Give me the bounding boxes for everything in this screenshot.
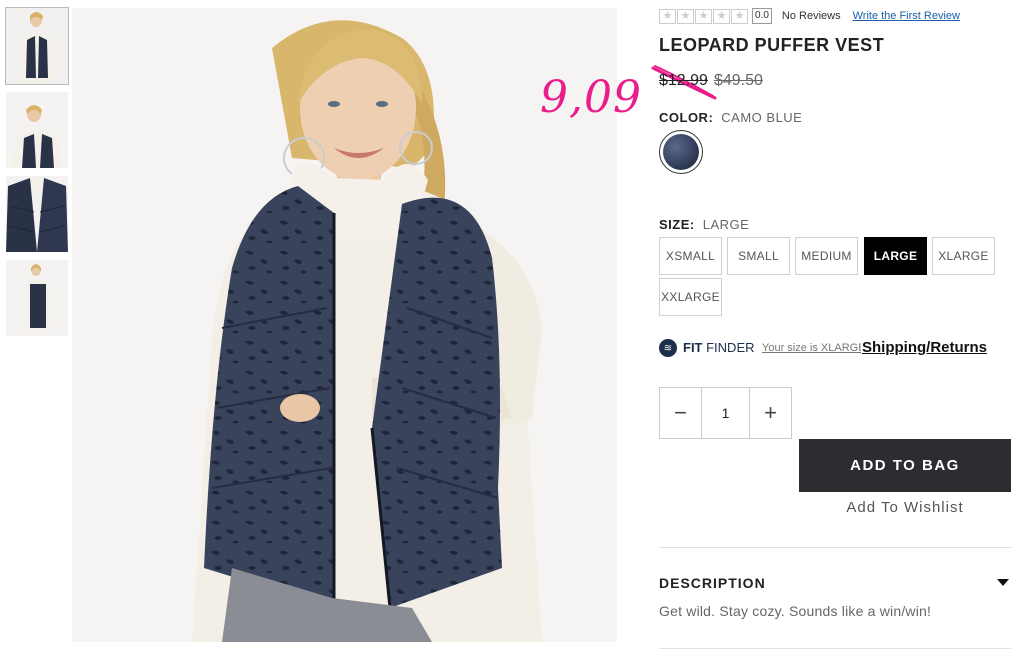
chevron-down-icon xyxy=(997,579,1009,586)
size-option-xsmall[interactable]: XSMALL xyxy=(659,237,722,275)
thumbnail-pose[interactable] xyxy=(6,92,68,168)
add-to-wishlist-link[interactable]: Add To Wishlist xyxy=(799,499,1011,516)
main-product-image[interactable] xyxy=(72,8,617,642)
write-review-link[interactable]: Write the First Review xyxy=(853,10,960,22)
color-value: CAMO BLUE xyxy=(721,110,803,125)
size-label: SIZE: xyxy=(659,217,695,232)
rating-score: 0.0 xyxy=(752,8,772,24)
quantity-decrease-button[interactable]: − xyxy=(660,388,701,438)
star-icon: ★ xyxy=(677,8,694,24)
color-label: COLOR: xyxy=(659,110,714,125)
thumbnail-list xyxy=(5,7,69,344)
star-icon: ★ xyxy=(659,8,676,24)
rating-row: ★ ★ ★ ★ ★ 0.0 No Reviews Write the First… xyxy=(659,8,960,24)
thumbnail-detail[interactable] xyxy=(6,176,68,252)
model-photo xyxy=(72,8,617,642)
thumbnail-pose-image xyxy=(6,92,68,168)
rating-stars: ★ ★ ★ ★ ★ xyxy=(659,8,748,24)
price-row: $12.99 $49.50 xyxy=(659,72,763,90)
description-heading: DESCRIPTION xyxy=(659,575,766,591)
size-option-medium[interactable]: MEDIUM xyxy=(795,237,858,275)
size-option-xlarge[interactable]: XLARGE xyxy=(932,237,995,275)
size-label-row: SIZE: LARGE xyxy=(659,217,749,232)
star-icon: ★ xyxy=(695,8,712,24)
swatch-fill xyxy=(663,134,699,170)
fit-finder-brand-rest: FINDER xyxy=(702,340,755,355)
thumbnail-front-image xyxy=(6,8,68,84)
star-icon: ★ xyxy=(713,8,730,24)
thumbnail-side[interactable] xyxy=(6,260,68,336)
thumbnail-front[interactable] xyxy=(5,7,69,85)
original-price: $49.50 xyxy=(713,72,763,89)
fit-finder-your-size[interactable]: Your size is XLARGE xyxy=(762,342,866,354)
thumbnail-side-image xyxy=(6,260,68,336)
color-label-row: COLOR: CAMO BLUE xyxy=(659,110,802,125)
star-icon: ★ xyxy=(731,8,748,24)
quantity-stepper: − 1 + xyxy=(659,387,792,439)
add-to-bag-button[interactable]: ADD TO BAG xyxy=(799,439,1011,492)
size-value: LARGE xyxy=(702,217,750,232)
product-title: LEOPARD PUFFER VEST xyxy=(659,35,885,55)
fit-finder-brand[interactable]: FIT FINDER xyxy=(683,340,755,355)
fit-finder-icon: ≋ xyxy=(659,339,677,357)
size-option-small[interactable]: SMALL xyxy=(727,237,790,275)
size-option-xxlarge[interactable]: XXLARGE xyxy=(659,278,722,316)
fit-finder-row: ≋ FIT FINDER Your size is XLARGE Shippin… xyxy=(659,338,1011,358)
thumbnail-detail-image xyxy=(6,176,68,252)
fit-finder-brand-bold: FIT xyxy=(683,340,703,355)
quantity-increase-button[interactable]: + xyxy=(750,388,791,438)
divider xyxy=(659,547,1011,548)
description-text: Get wild. Stay cozy. Sounds like a win/w… xyxy=(659,603,932,619)
shipping-returns-link[interactable]: Shipping/Returns xyxy=(861,339,987,356)
no-reviews-text: No Reviews xyxy=(781,10,841,22)
handwritten-price: 9,09 xyxy=(540,72,642,123)
sale-price: $12.99 xyxy=(659,72,708,89)
description-toggle[interactable]: DESCRIPTION xyxy=(659,575,1011,593)
color-swatch-camo-blue[interactable] xyxy=(659,130,703,174)
size-option-large[interactable]: LARGE xyxy=(864,237,927,275)
divider xyxy=(659,648,1011,649)
quantity-value[interactable]: 1 xyxy=(701,388,750,438)
